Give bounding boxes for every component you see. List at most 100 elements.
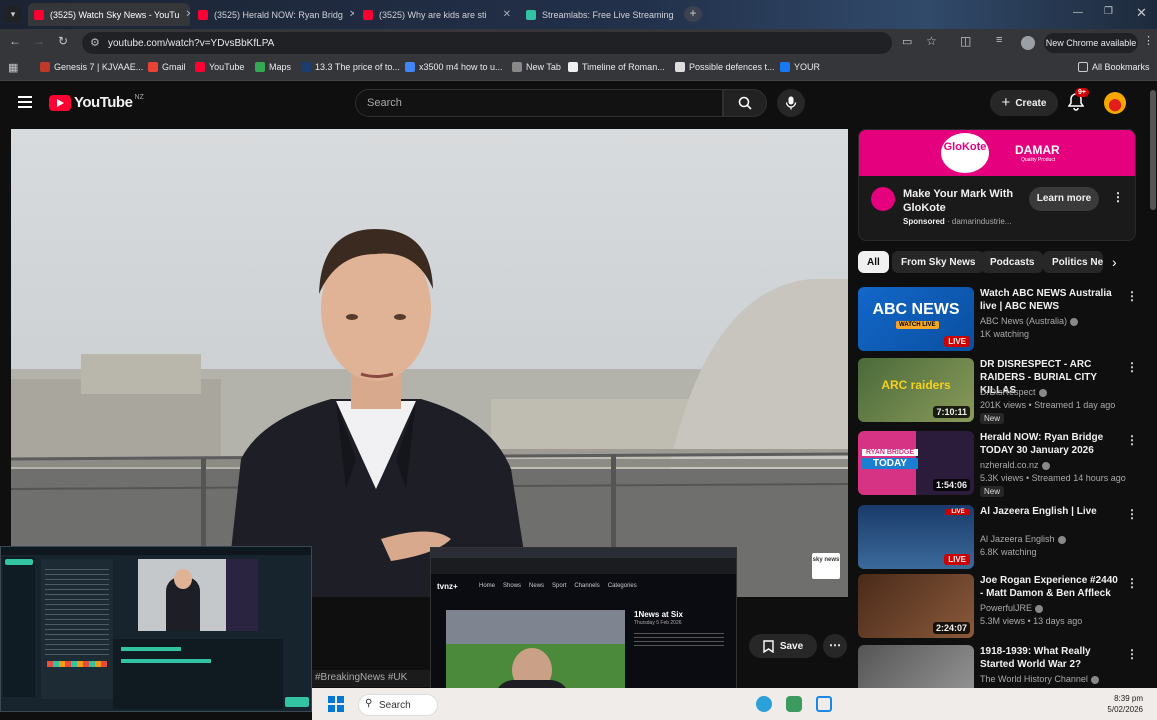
video-title[interactable]: Al Jazeera English | Live (980, 505, 1120, 518)
browser-tab[interactable]: Streamlabs: Free Live Streaming✕ (520, 3, 680, 26)
save-button[interactable]: Save (749, 634, 817, 658)
reload-icon[interactable]: ↻ (58, 34, 68, 48)
streaming-chat-panel[interactable] (41, 559, 113, 699)
maximize-icon[interactable]: ❐ (1104, 6, 1113, 17)
tvnz-nav-item[interactable]: News (529, 583, 544, 589)
page-scrollbar[interactable] (1150, 90, 1156, 210)
learn-more-button[interactable]: Learn more (1029, 187, 1099, 211)
video-thumbnail[interactable]: RYAN BRIDGE TODAY 1:54:06 (858, 431, 974, 495)
filter-chip[interactable]: From Sky News (892, 251, 985, 273)
sponsored-ad-card[interactable]: GloKote DAMAR Quality Product Make Your … (858, 129, 1136, 241)
chrome-menu-icon[interactable]: ⋮ (1143, 34, 1154, 47)
tab-close-icon[interactable]: ✕ (179, 9, 190, 20)
browser-tab[interactable]: (3525) Watch Sky News - YouTu ✕ (28, 3, 190, 26)
app-icon[interactable] (786, 696, 802, 712)
voice-search-button[interactable] (777, 89, 805, 117)
bookmark-item[interactable]: Gmail (148, 62, 186, 72)
bookmark-item[interactable]: YOUR (780, 62, 820, 72)
youtube-logo[interactable]: YouTube NZ (49, 94, 144, 111)
minimize-icon[interactable]: — (1073, 7, 1083, 18)
address-bar[interactable]: ⚙ youtube.com/watch?v=YDvsBbKfLPA (82, 32, 892, 54)
streaming-mixer-panel[interactable] (113, 639, 283, 709)
tvnz-nav-item[interactable]: Sport (552, 583, 566, 589)
telegram-icon[interactable] (756, 696, 772, 712)
bookmark-item[interactable]: New Tab (512, 62, 561, 72)
bookmark-item[interactable]: 13.3 The price of to... (301, 62, 400, 72)
account-avatar[interactable] (1104, 92, 1126, 114)
tvnz-logo[interactable]: tvnz+ (437, 582, 458, 591)
bookmark-item[interactable]: Genesis 7 | KJVAAE... (40, 62, 143, 72)
start-button[interactable] (328, 696, 344, 712)
video-title[interactable]: Watch ABC NEWS Australia live | ABC NEWS (980, 287, 1120, 313)
video-menu-icon[interactable]: ⋮ (1126, 360, 1138, 374)
tab-close-icon[interactable]: ✕ (497, 9, 511, 20)
filter-chip[interactable]: All (858, 251, 889, 273)
site-info-icon[interactable]: ⚙ (90, 36, 100, 49)
reading-list-icon[interactable]: ≡ (996, 34, 1002, 46)
channel-name[interactable]: Al Jazeera English (980, 534, 1066, 544)
channel-name[interactable]: The World History Channel (980, 674, 1099, 684)
notifications-button[interactable]: 9+ (1067, 88, 1089, 116)
search-button[interactable] (723, 89, 767, 117)
ad-menu-icon[interactable]: ⋮ (1112, 190, 1124, 204)
search-input[interactable]: Search (355, 89, 723, 117)
video-menu-icon[interactable]: ⋮ (1126, 647, 1138, 661)
video-thumbnail[interactable]: ABC NEWS WATCH LIVE LIVE (858, 287, 974, 351)
bookmark-item[interactable]: Timeline of Roman... (568, 62, 665, 72)
tvnz-nav-item[interactable]: Home (479, 583, 495, 589)
video-thumbnail[interactable]: LIVE LIVE (858, 505, 974, 569)
tvnz-nav-item[interactable]: Shows (503, 583, 521, 589)
go-live-button[interactable] (285, 697, 309, 707)
back-icon[interactable]: ← (9, 34, 21, 48)
tab-close-icon[interactable]: ✕ (343, 9, 354, 20)
filter-chip[interactable]: Politics Ne (1043, 251, 1103, 273)
bookmark-item[interactable]: Possible defences t... (675, 62, 775, 72)
bookmark-item[interactable]: Maps (255, 62, 291, 72)
streaming-app-sidebar[interactable] (3, 557, 35, 697)
video-thumbnail[interactable]: 2:24:07 (858, 574, 974, 638)
video-menu-icon[interactable]: ⋮ (1126, 576, 1138, 590)
video-menu-icon[interactable]: ⋮ (1126, 433, 1138, 447)
profile-avatar[interactable] (1021, 36, 1035, 50)
tvnz-nav-item[interactable]: Categories (608, 583, 637, 589)
recommended-video[interactable]: ARC raiders 7:10:11 DR DISRESPECT - ARC RA… (858, 358, 1148, 424)
bookmark-star-icon[interactable]: ☆ (926, 34, 937, 48)
extensions-icon[interactable]: ◫ (960, 34, 971, 48)
tvnz-window-tabs[interactable] (431, 548, 736, 558)
bookmark-item[interactable]: YouTube (195, 62, 244, 72)
bookmark-item[interactable]: x3500 m4 how to u... (405, 62, 503, 72)
channel-name[interactable]: nzherald.co.nz (980, 460, 1050, 470)
video-thumbnail[interactable]: ARC raiders 7:10:11 (858, 358, 974, 422)
system-clock[interactable]: 8:39 pm 5/02/2026 (1107, 693, 1143, 715)
chips-next-icon[interactable]: › (1112, 254, 1117, 270)
tvnz-nav-item[interactable]: Channels (574, 583, 599, 589)
recommended-video[interactable]: LIVE LIVE Al Jazeera English | Live Al Jaze… (858, 505, 1148, 571)
all-bookmarks-button[interactable]: All Bookmarks (1078, 62, 1150, 72)
browser-tab[interactable]: (3525) Why are kids are sti ✕ (357, 3, 517, 26)
new-chrome-available-button[interactable]: New Chrome available (1044, 33, 1138, 53)
recommended-video[interactable]: RYAN BRIDGE TODAY 1:54:06 Herald NOW: Ryan … (858, 431, 1148, 497)
app-window-icon[interactable] (816, 696, 832, 712)
cast-icon[interactable]: ▭ (902, 35, 912, 48)
recommended-video[interactable]: ABC NEWS WATCH LIVE LIVE Watch ABC NEWS Aus… (858, 287, 1148, 353)
filter-chip[interactable]: Podcasts (981, 251, 1044, 273)
hamburger-menu-icon[interactable] (18, 96, 32, 108)
video-menu-icon[interactable]: ⋮ (1126, 507, 1138, 521)
video-title[interactable]: Joe Rogan Experience #2440 - Matt Damon … (980, 574, 1120, 600)
ad-title[interactable]: Make Your Mark With GloKote (903, 187, 1023, 215)
channel-name[interactable]: ABC News (Australia) (980, 316, 1079, 326)
apps-grid-icon[interactable]: ▦ (8, 61, 18, 74)
browser-tab[interactable]: (3525) Herald NOW: Ryan Bridg ✕ (192, 3, 354, 26)
create-button[interactable]: + Create (990, 90, 1058, 116)
tab-close-icon[interactable]: ✕ (674, 9, 681, 20)
video-title[interactable]: 1918-1939: What Really Started World War… (980, 645, 1120, 671)
new-tab-button[interactable]: + (684, 6, 702, 22)
video-menu-icon[interactable]: ⋮ (1126, 289, 1138, 303)
advertiser-avatar[interactable] (871, 187, 895, 211)
channel-name[interactable]: PowerfulJRE (980, 603, 1044, 613)
forward-icon[interactable]: → (33, 34, 45, 48)
channel-name[interactable]: DrDisRespect (980, 387, 1047, 397)
more-actions-button[interactable]: ⋯ (823, 634, 847, 658)
recommended-video[interactable]: 2:24:07 Joe Rogan Experience #2440 - Matt… (858, 574, 1148, 640)
tab-search-button[interactable]: ▾ (4, 6, 22, 22)
